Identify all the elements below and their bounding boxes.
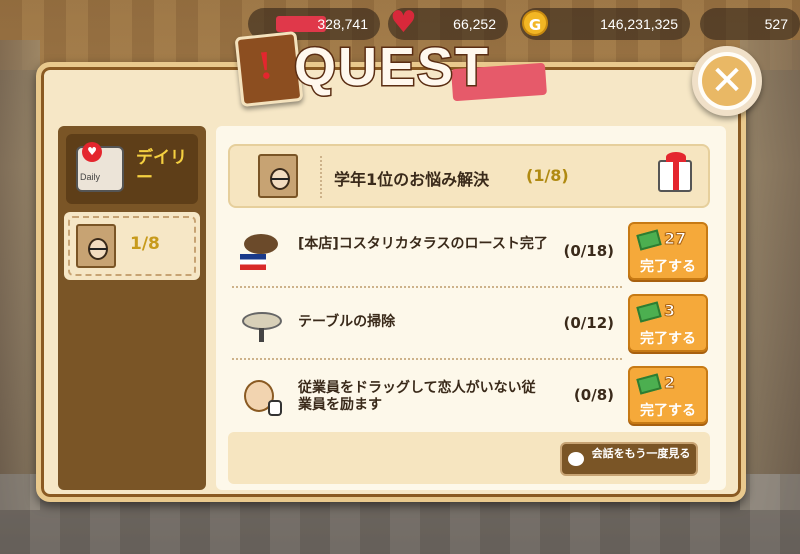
tab-daily[interactable]: ♥ Daily デイリー xyxy=(66,134,198,204)
complete-label: 完了する xyxy=(640,403,696,419)
hand-pointer-icon xyxy=(268,400,282,416)
task-progress: (0/8) xyxy=(573,386,614,404)
table-leg xyxy=(259,328,264,342)
quest-title-text: 学年1位のお悩み解決 xyxy=(334,170,490,189)
complete-label: 完了する xyxy=(640,331,696,347)
coffee-roast-icon xyxy=(240,230,284,274)
complete-button[interactable]: 3 完了する xyxy=(628,294,708,352)
reward-amount: 2 xyxy=(663,373,676,393)
coffee-beans xyxy=(244,234,278,254)
quest-footer: 会話をもう一度見る xyxy=(228,432,710,484)
task-progress: (0/12) xyxy=(563,314,614,332)
task-row: 従業員をドラッグして恋人がいない従業員を励ます (0/8) 2 完了する xyxy=(232,362,712,428)
cash-icon xyxy=(636,373,662,395)
complete-button[interactable]: 27 完了する xyxy=(628,222,708,280)
daily-icon-label: Daily xyxy=(80,172,101,182)
header-divider xyxy=(320,156,323,198)
quest-sidebar: ♥ Daily デイリー 1/8 xyxy=(58,126,206,490)
task-progress: (0/18) xyxy=(563,242,614,260)
glasses-icon xyxy=(89,248,107,250)
complete-label: 完了する xyxy=(640,259,696,275)
complete-button[interactable]: 2 完了する xyxy=(628,366,708,424)
row-divider xyxy=(232,286,622,288)
cash-icon xyxy=(636,229,662,251)
tab-quest-count: 1/8 xyxy=(130,234,160,254)
task-name: [本店]コスタリカタラスのロースト完了 xyxy=(298,236,548,252)
background-left-shop xyxy=(0,40,40,510)
right-counter: 527 xyxy=(700,8,800,40)
gift-box-icon[interactable] xyxy=(658,152,692,192)
task-name: テーブルの掃除 xyxy=(298,314,396,330)
task-row: [本店]コスタリカタラスのロースト完了 (0/18) 27 完了する xyxy=(232,218,712,288)
quest-header: 学年1位のお悩み解決 (1/8) xyxy=(228,144,710,208)
tab-daily-label: デイリー xyxy=(136,148,187,188)
close-icon: ✕ xyxy=(702,56,752,106)
speech-bubble-icon xyxy=(568,452,584,466)
reward-amount: 27 xyxy=(663,229,687,249)
background-right-shop xyxy=(740,40,800,510)
round-table-icon xyxy=(240,302,284,346)
daily-calendar-icon: ♥ Daily xyxy=(76,142,124,192)
replay-dialogue-button[interactable]: 会話をもう一度見る xyxy=(560,442,698,476)
gold-value: 146,231,325 xyxy=(600,16,678,32)
heart-icon: ♥ xyxy=(82,142,102,162)
right-counter-value: 527 xyxy=(764,16,788,32)
tab-student-quest[interactable]: 1/8 xyxy=(64,212,200,280)
quest-title: QUEST xyxy=(292,36,491,99)
reward-amount: 3 xyxy=(663,301,676,321)
quest-title-banner: ! QUEST xyxy=(232,24,552,108)
cash-icon xyxy=(636,301,662,323)
employee-drag-icon xyxy=(240,374,284,418)
close-button[interactable]: ✕ xyxy=(692,46,762,116)
row-divider xyxy=(232,358,622,360)
replay-label: 会話をもう一度見る xyxy=(591,447,691,460)
task-name: 従業員をドラッグして恋人がいない従業員を励ます xyxy=(298,380,536,413)
glasses-icon xyxy=(271,178,289,180)
quest-detail-panel: 学年1位のお悩み解決 (1/8) [本店]コスタリカタラスのロースト完了 (0/… xyxy=(216,126,726,490)
quest-progress: (1/8) xyxy=(526,166,569,185)
gift-ribbon xyxy=(673,162,679,190)
student-portrait-icon xyxy=(258,154,298,198)
student-portrait-icon xyxy=(76,224,116,268)
gift-bow xyxy=(666,152,686,162)
task-row: テーブルの掃除 (0/12) 3 完了する xyxy=(232,290,712,360)
flag-icon xyxy=(240,254,266,270)
